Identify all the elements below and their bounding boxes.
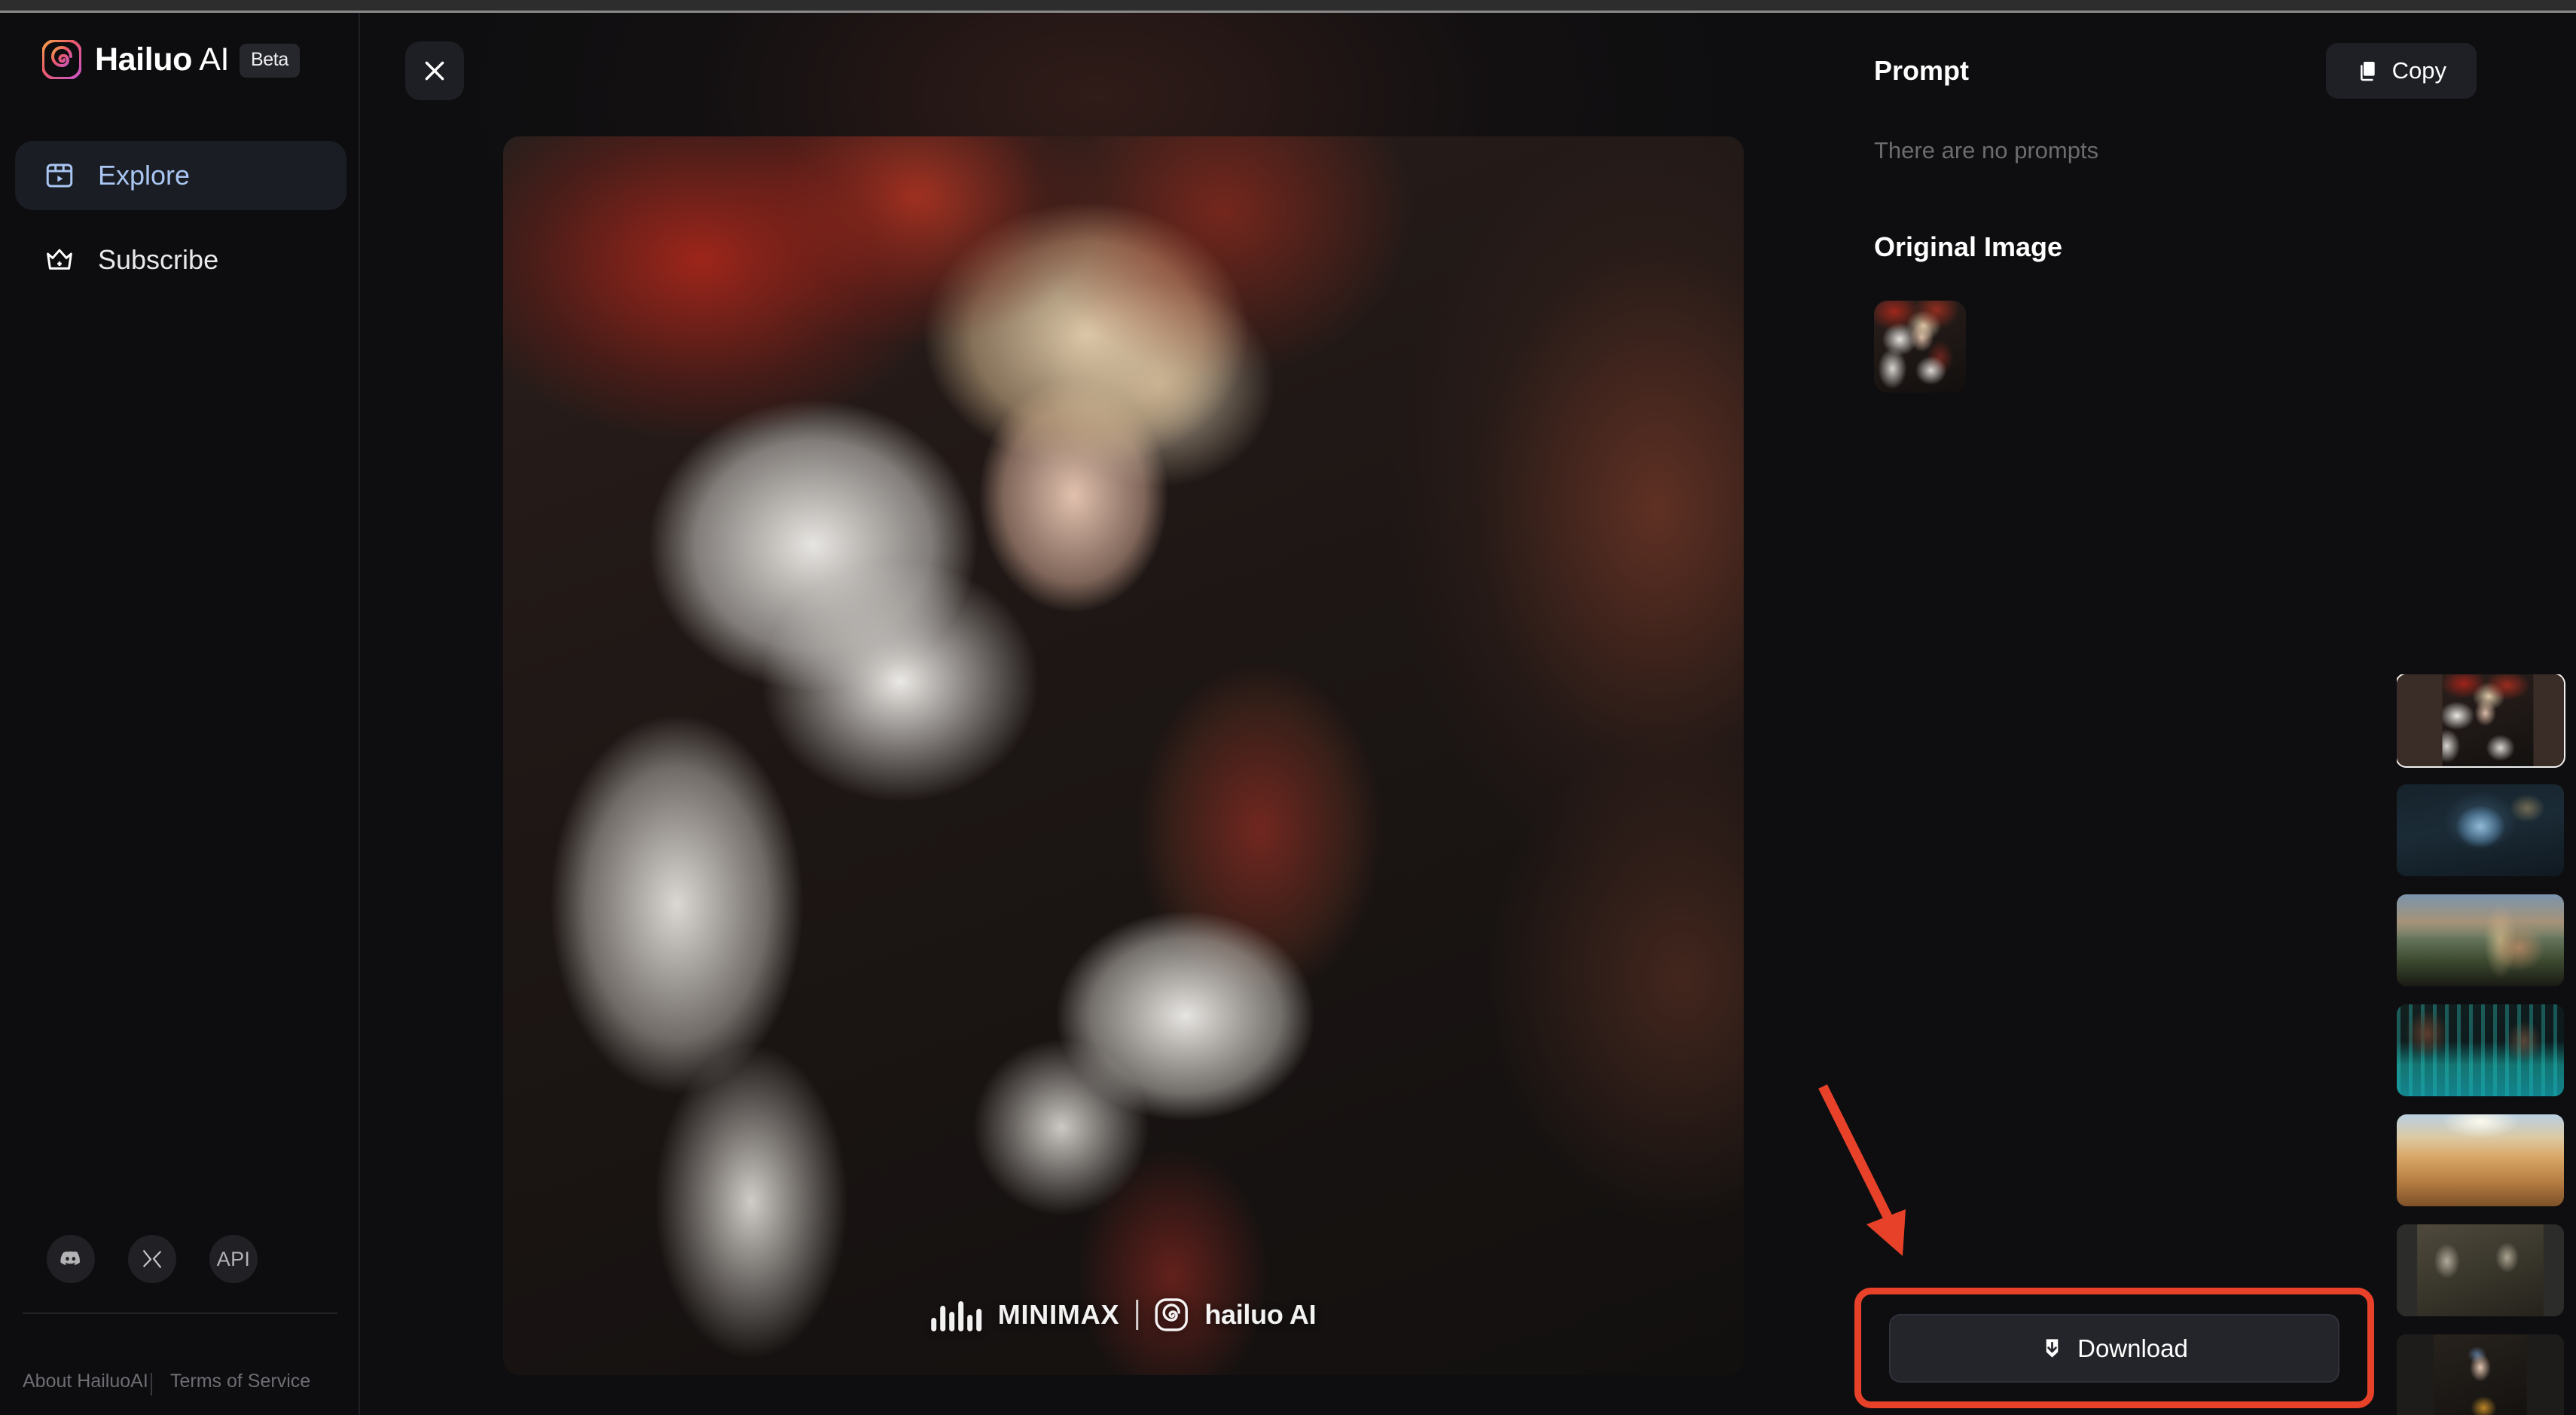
thumbnail-preview — [2397, 674, 2564, 766]
main-generated-image[interactable]: MINIMAX hailuo AI — [503, 136, 1744, 1375]
thumbnail-preview — [2397, 1004, 2564, 1096]
thumbnail-item-desert-temple-ruins[interactable] — [2397, 1114, 2564, 1206]
footer-separator — [151, 1373, 152, 1395]
download-button-label: Download — [2077, 1334, 2188, 1362]
thumbnail-rail[interactable] — [2397, 674, 2568, 1415]
thumbnail-item-blue-fluffy-creature-kitchen[interactable] — [2397, 784, 2564, 876]
sidebar-item-subscribe[interactable]: Subscribe — [15, 225, 346, 295]
download-button[interactable]: Download — [1889, 1314, 2339, 1383]
thumbnail-preview — [2397, 784, 2564, 876]
browser-chrome-bar — [0, 0, 2576, 13]
sidebar-footer: About HailuoAI Terms of Service — [23, 1369, 310, 1395]
prompt-empty-state: There are no prompts — [1874, 137, 2099, 164]
original-image-title: Original Image — [1874, 231, 2063, 262]
main-image-content — [503, 136, 1744, 1375]
original-image-thumbnail[interactable] — [1874, 301, 1966, 393]
thumbnail-item-girl-holographic-screens[interactable] — [2397, 1004, 2564, 1096]
sidebar-item-explore[interactable]: Explore — [15, 141, 346, 210]
sidebar-item-subscribe-label: Subscribe — [98, 244, 219, 275]
brand-name-light: AI — [199, 41, 230, 78]
minimax-waveform-icon — [930, 1298, 981, 1331]
thumbnail-item-girl-with-pearl-earring[interactable] — [2397, 1334, 2564, 1415]
sidebar-item-explore-label: Explore — [98, 160, 191, 191]
watermark-minimax-label: MINIMAX — [997, 1299, 1120, 1330]
download-icon — [2046, 1339, 2059, 1358]
crown-icon — [47, 249, 72, 270]
api-link[interactable]: API — [209, 1235, 258, 1283]
brand-logo-area[interactable]: Hailuo AI Beta — [42, 40, 300, 79]
discord-link[interactable] — [47, 1235, 95, 1283]
hailuo-ai-app: Hailuo AI Beta Explore Subscribe API Abo… — [0, 13, 2576, 1415]
prompt-title: Prompt — [1874, 55, 1969, 86]
discord-icon — [60, 1251, 80, 1265]
sidebar: Hailuo AI Beta Explore Subscribe API Abo… — [0, 13, 360, 1415]
thumbnail-preview — [2397, 1334, 2564, 1415]
original-image-preview — [1874, 301, 1966, 393]
watermark-separator — [1136, 1300, 1139, 1330]
sidebar-divider — [23, 1313, 337, 1314]
hailuo-spiral-logo-icon — [42, 40, 81, 79]
copy-prompt-button[interactable]: Copy — [2325, 43, 2477, 99]
copy-icon — [2360, 62, 2375, 81]
copy-button-label: Copy — [2391, 57, 2446, 84]
explore-icon — [46, 164, 73, 188]
thumbnail-item-boy-with-white-dragon[interactable] — [2397, 674, 2565, 768]
brand-name-bold: Hailuo — [95, 41, 192, 78]
api-label: API — [216, 1247, 251, 1270]
thumbnail-item-window-field-sunset[interactable] — [2397, 894, 2564, 986]
x-twitter-icon — [142, 1249, 162, 1269]
close-icon — [425, 61, 444, 81]
prompt-header: Prompt Copy — [1874, 43, 2477, 99]
thumbnail-preview — [2397, 1114, 2564, 1206]
image-viewer: MINIMAX hailuo AI — [360, 13, 1776, 1415]
watermark-hailuo-label: hailuo AI — [1204, 1299, 1317, 1330]
image-watermark: MINIMAX hailuo AI — [930, 1298, 1317, 1331]
thumbnail-preview — [2397, 1224, 2564, 1316]
terms-of-service-link[interactable]: Terms of Service — [170, 1369, 310, 1394]
x-twitter-link[interactable] — [128, 1235, 176, 1283]
brand-title: Hailuo AI Beta — [95, 41, 300, 78]
beta-badge: Beta — [240, 43, 300, 78]
social-links: API — [47, 1235, 258, 1283]
hailuo-spiral-watermark-icon — [1155, 1298, 1189, 1331]
thumbnail-item-vintage-portrait-einstein[interactable] — [2397, 1224, 2564, 1316]
about-hailuoai-link[interactable]: About HailuoAI — [23, 1369, 151, 1394]
sidebar-nav: Explore Subscribe — [15, 141, 346, 295]
thumbnail-preview — [2397, 894, 2564, 986]
close-viewer-button[interactable] — [405, 41, 464, 100]
